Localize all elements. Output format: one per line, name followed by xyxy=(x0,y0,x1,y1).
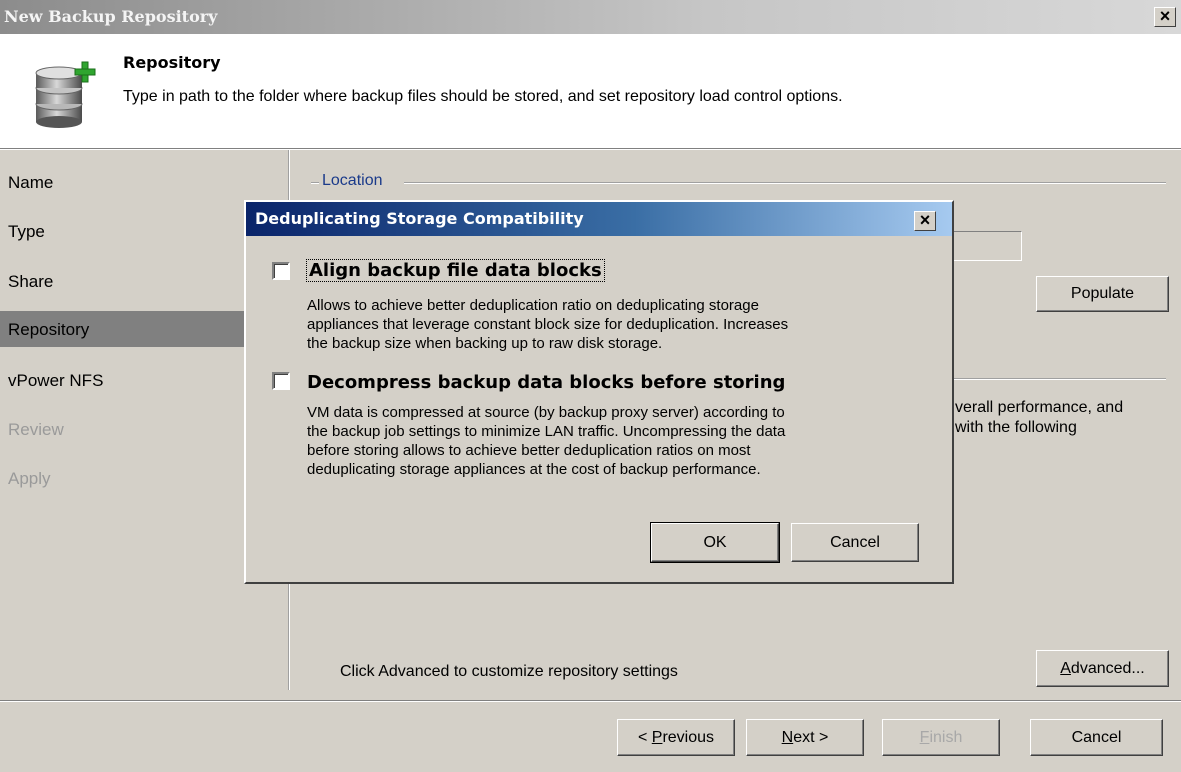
load-control-text-2: with the following xyxy=(955,419,1077,436)
close-icon: × xyxy=(1159,6,1171,26)
nav-item-review: Review xyxy=(8,420,64,439)
dialog-ok-button[interactable]: OK xyxy=(650,522,780,563)
align-desc-line-2: appliances that leverage constant block … xyxy=(307,316,789,333)
decompress-desc-line-2: the backup job settings to minimize LAN … xyxy=(307,423,786,440)
dialog-title-bar: Deduplicating Storage Compatibility xyxy=(246,202,952,236)
window-title-bar: New Backup Repository xyxy=(0,0,1181,34)
decompress-blocks-description: VM data is compressed at source (by back… xyxy=(307,403,785,479)
dialog-cancel-button[interactable]: Cancel xyxy=(791,523,919,562)
align-desc-line-1: Allows to achieve better deduplication r… xyxy=(307,297,759,314)
align-blocks-checkbox[interactable] xyxy=(272,262,290,280)
finish-button: Finish xyxy=(882,719,1000,756)
populate-button[interactable]: Populate xyxy=(1036,276,1169,312)
location-group-line-left xyxy=(311,182,319,184)
close-icon: × xyxy=(919,210,931,230)
window-title: New Backup Repository xyxy=(4,7,218,26)
decompress-blocks-checkbox[interactable] xyxy=(272,372,290,390)
load-control-group-line xyxy=(940,378,1166,380)
load-control-text-1: verall performance, and xyxy=(955,399,1124,416)
decompress-desc-line-4: deduplicating storage appliances at the … xyxy=(307,461,761,478)
nav-item-repository[interactable]: Repository xyxy=(8,320,89,340)
previous-label-rest: revious xyxy=(662,729,715,746)
advanced-button[interactable]: Advanced... xyxy=(1036,650,1169,687)
previous-accel: P xyxy=(651,729,663,746)
nav-item-type[interactable]: Type xyxy=(8,222,45,242)
decompress-blocks-label[interactable]: Decompress backup data blocks before sto… xyxy=(307,372,785,393)
next-accel: N xyxy=(781,729,794,746)
decompress-desc-line-1: VM data is compressed at source (by back… xyxy=(307,404,785,421)
align-desc-line-3: the backup size when backing up to raw d… xyxy=(307,335,663,352)
nav-item-apply: Apply xyxy=(8,469,51,488)
finish-label-rest: inish xyxy=(929,729,963,746)
next-label-rest: ext > xyxy=(793,729,829,746)
nav-item-name[interactable]: Name xyxy=(8,173,53,193)
advanced-hint-text: Click Advanced to customize repository s… xyxy=(340,663,678,680)
advanced-accel: A xyxy=(1060,660,1071,677)
window-close-button[interactable]: × xyxy=(1154,7,1176,27)
advanced-label-rest: dvanced... xyxy=(1070,660,1145,677)
nav-item-vpower-nfs[interactable]: vPower NFS xyxy=(8,371,103,391)
database-add-icon xyxy=(32,60,102,132)
location-group-line xyxy=(404,182,1166,184)
finish-accel: F xyxy=(919,729,930,746)
footer-divider xyxy=(0,700,1181,702)
header-divider xyxy=(0,148,1181,150)
align-blocks-label[interactable]: Align backup file data blocks xyxy=(306,259,605,282)
cancel-button[interactable]: Cancel xyxy=(1030,719,1163,756)
nav-item-share[interactable]: Share xyxy=(8,272,53,292)
previous-button[interactable]: < Previous xyxy=(617,719,735,756)
next-button[interactable]: Next > xyxy=(746,719,864,756)
header-title: Repository xyxy=(123,53,221,72)
header-description: Type in path to the folder where backup … xyxy=(123,88,843,105)
previous-prefix: < xyxy=(637,729,652,746)
align-blocks-description: Allows to achieve better deduplication r… xyxy=(307,296,788,353)
dialog-title: Deduplicating Storage Compatibility xyxy=(255,209,584,228)
location-group-label: Location xyxy=(322,172,383,189)
decompress-desc-line-3: before storing allows to achieve better … xyxy=(307,442,751,459)
dialog-close-button[interactable]: × xyxy=(914,211,936,231)
